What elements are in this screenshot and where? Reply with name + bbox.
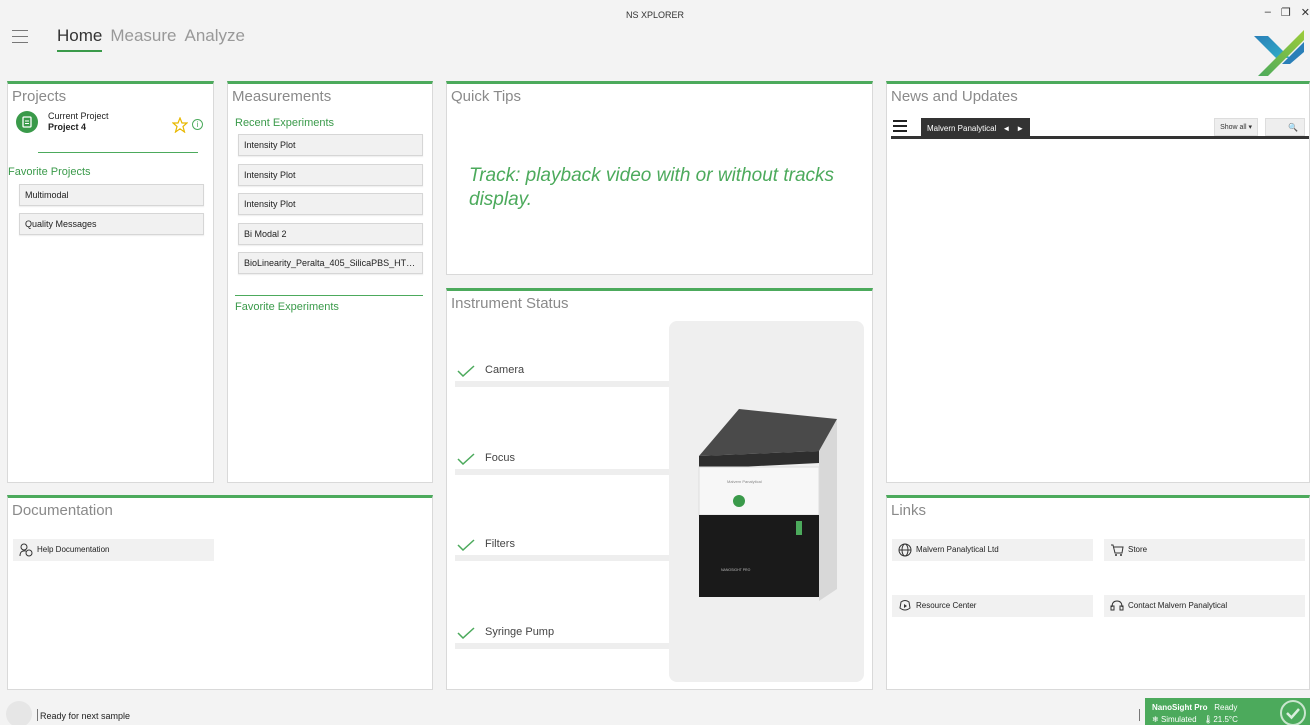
- link-resource-center[interactable]: Resource Center: [892, 595, 1093, 617]
- cart-icon: [1111, 544, 1124, 556]
- favorite-projects-label: Favorite Projects: [8, 166, 91, 178]
- help-documentation-link[interactable]: Help Documentation: [13, 539, 214, 561]
- instrument-mode: Simulated: [1160, 715, 1197, 724]
- recent-experiment-item[interactable]: BioLinearity_Peralta_405_SilicaPBS_HT_4.…: [238, 252, 423, 274]
- documentation-panel: Documentation Help Documentation: [7, 495, 433, 690]
- news-panel: News and Updates Malvern Panalytical ◄ ►…: [886, 81, 1310, 483]
- favorite-experiments-label: Favorite Experiments: [235, 301, 339, 313]
- check-icon: [457, 365, 475, 377]
- recent-experiments-label: Recent Experiments: [235, 117, 335, 129]
- instrument-status-panel: Instrument Status Camera Focus Filters S…: [446, 288, 873, 690]
- status-label: Filters: [485, 538, 515, 550]
- headset-icon: [1110, 600, 1124, 611]
- links-panel: Links Malvern Panalytical Ltd Store Reso…: [886, 495, 1310, 690]
- recent-experiment-item[interactable]: Bi Modal 2: [238, 223, 423, 245]
- quick-tips-title: Quick Tips: [451, 88, 522, 105]
- status-message: Ready for next sample: [40, 711, 131, 721]
- link-label: Malvern Panalytical Ltd: [916, 545, 999, 554]
- app-title: NS XPLORER: [625, 10, 685, 20]
- check-icon: [457, 539, 475, 551]
- status-indicator: [6, 701, 32, 725]
- status-bar: Ready for next sample NanoSight Pro Read…: [0, 695, 1310, 725]
- tab-home[interactable]: Home: [57, 26, 103, 52]
- instrument-name: NanoSight Pro: [1152, 703, 1208, 712]
- measurements-panel: Measurements Recent Experiments Intensit…: [227, 81, 433, 483]
- projects-panel: Projects Current Project Project 4 i Fav…: [7, 81, 214, 483]
- favorite-project-item[interactable]: Quality Messages: [19, 213, 204, 235]
- globe-icon: [898, 543, 912, 557]
- instrument-state: Ready: [1214, 703, 1238, 712]
- link-contact[interactable]: Contact Malvern Panalytical: [1104, 595, 1305, 617]
- tab-measure[interactable]: Measure: [110, 26, 176, 52]
- recent-experiment-item[interactable]: Intensity Plot: [238, 164, 423, 186]
- instrument-temperature: 21.5°C: [1213, 715, 1238, 724]
- project-icon: [16, 111, 38, 133]
- search-icon[interactable]: 🔍: [1265, 118, 1305, 136]
- instrument-status-badge[interactable]: NanoSight Pro Ready ❄ Simulated 🌡21.5°C: [1145, 698, 1310, 725]
- status-camera: Camera: [455, 359, 669, 389]
- divider: [38, 152, 198, 153]
- minimize-button[interactable]: –: [1265, 6, 1271, 19]
- star-icon[interactable]: [172, 117, 188, 133]
- main-nav: Home Measure Analyze: [57, 26, 245, 52]
- recent-experiment-item[interactable]: Intensity Plot: [238, 134, 423, 156]
- favorite-project-item[interactable]: Multimodal: [19, 184, 204, 206]
- recent-experiment-item[interactable]: Intensity Plot: [238, 193, 423, 215]
- device-model-text: NANOSIGHT PRO: [721, 568, 751, 572]
- status-syringe-pump: Syringe Pump: [455, 621, 669, 651]
- documentation-title: Documentation: [12, 502, 113, 519]
- tab-analyze[interactable]: Analyze: [185, 26, 245, 52]
- show-all-dropdown[interactable]: Show all ▾: [1214, 118, 1258, 136]
- device-brand-text: Malvern Panalytical: [727, 479, 762, 484]
- status-filters: Filters: [455, 533, 669, 563]
- news-menu-icon[interactable]: [893, 120, 907, 132]
- ready-check-icon: [1280, 700, 1306, 725]
- measurements-title: Measurements: [232, 88, 332, 105]
- link-store[interactable]: Store: [1104, 539, 1305, 561]
- instrument-image: Malvern Panalytical NANOSIGHT PRO: [669, 321, 864, 682]
- news-source-tab[interactable]: Malvern Panalytical ◄ ►: [921, 118, 1031, 139]
- menu-icon[interactable]: [12, 30, 28, 44]
- link-label: Contact Malvern Panalytical: [1128, 601, 1228, 610]
- status-label: Camera: [485, 364, 525, 376]
- status-focus: Focus: [455, 447, 669, 477]
- brand-logo: [1254, 30, 1304, 76]
- link-label: Store: [1128, 545, 1148, 554]
- check-icon: [457, 453, 475, 465]
- quick-tips-panel: Quick Tips Track: playback video with or…: [446, 81, 873, 275]
- news-title: News and Updates: [891, 88, 1018, 105]
- window-controls: – ❐ ✕: [1265, 6, 1310, 19]
- status-label: Focus: [485, 452, 515, 464]
- projects-title: Projects: [12, 88, 67, 105]
- thermometer-icon: 🌡: [1203, 715, 1214, 724]
- link-malvern[interactable]: Malvern Panalytical Ltd: [892, 539, 1093, 561]
- instrument-status-title: Instrument Status: [451, 295, 569, 312]
- link-label: Resource Center: [916, 601, 977, 610]
- divider: [235, 295, 423, 296]
- news-source-label[interactable]: Malvern Panalytical: [927, 118, 996, 139]
- check-icon: [457, 627, 475, 639]
- quick-tip-text: Track: playback video with or without tr…: [469, 165, 835, 210]
- snowflake-icon: ❄: [1152, 715, 1159, 724]
- news-toolbar: Malvern Panalytical ◄ ► Show all ▾ 🔍: [891, 117, 1309, 139]
- close-button[interactable]: ✕: [1301, 6, 1310, 19]
- current-project-label: Current Project: [48, 111, 109, 121]
- help-person-icon: [19, 543, 33, 557]
- next-icon[interactable]: ►: [1016, 118, 1024, 139]
- links-title: Links: [891, 502, 927, 519]
- status-label: Syringe Pump: [485, 626, 555, 638]
- info-icon[interactable]: i: [192, 119, 203, 130]
- resource-icon: [899, 600, 911, 611]
- prev-icon[interactable]: ◄: [1002, 118, 1010, 139]
- current-project-name: Project 4: [48, 122, 87, 132]
- maximize-button[interactable]: ❐: [1281, 6, 1291, 19]
- help-documentation-label: Help Documentation: [37, 545, 110, 554]
